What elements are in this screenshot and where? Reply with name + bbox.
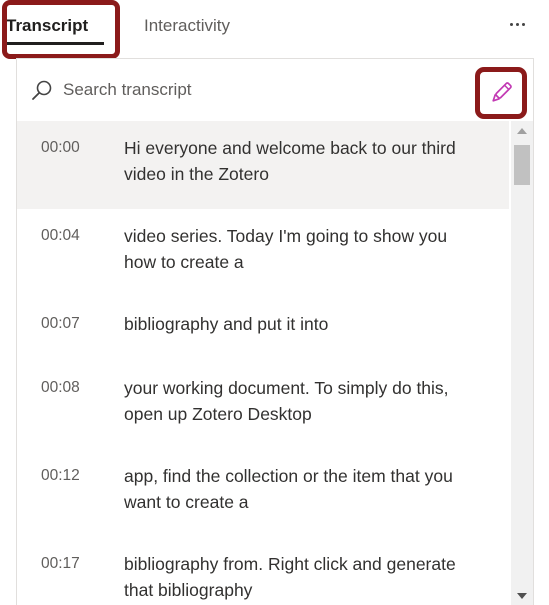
search-input[interactable] [63,75,443,105]
caption-text: Hi everyone and welcome back to our thir… [124,138,456,184]
tab-bar: Transcript Interactivity [0,0,549,59]
caption-text: bibliography from. Right click and gener… [124,554,456,600]
more-options-button[interactable] [500,10,534,38]
transcript-row[interactable]: 00:04 video series. Today I'm going to s… [17,209,509,297]
caption-text: your working document. To simply do this… [124,378,449,424]
transcript-row[interactable]: 00:08 your working document. To simply d… [17,361,509,449]
chevron-up-icon [517,128,527,134]
caption-text: app, find the collection or the item tha… [124,466,453,512]
scrollbar-thumb[interactable] [514,145,530,185]
timestamp[interactable]: 00:00 [41,136,80,160]
timestamp[interactable]: 00:08 [41,376,80,400]
transcript-row[interactable]: 00:00 Hi everyone and welcome back to ou… [17,121,509,209]
more-options-icon [509,22,513,26]
caption-text: video series. Today I'm going to show yo… [124,226,448,272]
transcript-panel: 00:00 Hi everyone and welcome back to ou… [16,58,534,605]
transcript-list: 00:00 Hi everyone and welcome back to ou… [17,121,509,605]
tab-interactivity[interactable]: Interactivity [144,14,230,38]
search-icon [32,80,52,100]
transcript-row[interactable]: 00:17 bibliography from. Right click and… [17,537,509,605]
transcript-row[interactable]: 00:12 app, find the collection or the it… [17,449,509,537]
annotation-highlight-box [2,0,120,59]
timestamp[interactable]: 00:12 [41,464,80,488]
timestamp[interactable]: 00:04 [41,224,80,248]
scroll-up-button[interactable] [511,121,533,141]
transcript-row[interactable]: 00:07 bibliography and put it into [17,297,509,361]
scroll-down-button[interactable] [511,586,533,605]
caption-text: bibliography and put it into [124,314,329,334]
timestamp[interactable]: 00:17 [41,552,80,576]
search-row [17,59,533,119]
vertical-scrollbar[interactable] [511,121,533,605]
pencil-icon [492,82,512,102]
edit-transcript-button[interactable] [475,67,527,119]
chevron-down-icon [517,593,527,599]
timestamp[interactable]: 00:07 [41,312,80,336]
